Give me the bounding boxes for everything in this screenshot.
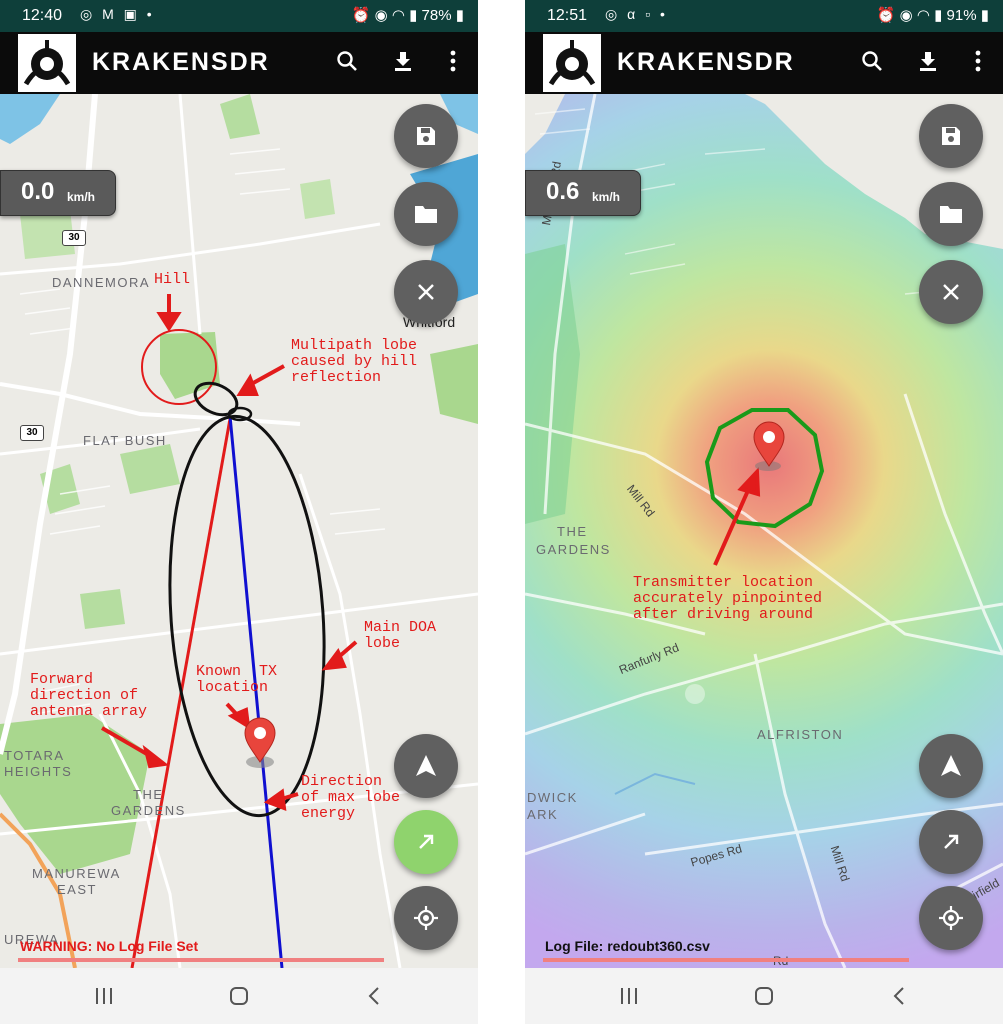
direction-button[interactable] — [919, 810, 983, 874]
folder-icon — [415, 206, 437, 223]
close-icon — [943, 284, 959, 300]
annotation-main-doa: Main DOA lobe — [364, 619, 437, 652]
back-icon[interactable] — [879, 982, 919, 1010]
speed-display: 0.6 km/h — [525, 170, 641, 216]
map-pin-icon[interactable] — [752, 420, 786, 468]
notification-icons: ◎ α ▫ • — [605, 6, 668, 22]
map-label-dannemora: DANNEMORA — [52, 275, 151, 290]
status-right: ⏰ ◉ ◠ ▮ 78% ▮ — [351, 7, 464, 24]
notification-icons: ◎ M ▣ • — [80, 6, 155, 22]
map-label-the: THE — [557, 524, 588, 539]
download-icon[interactable] — [388, 46, 418, 76]
app-title: KRAKENSDR — [617, 48, 795, 76]
gps-fixed-icon — [414, 906, 438, 930]
navigation-button[interactable] — [919, 734, 983, 798]
app-bar: KRAKENSDR — [525, 32, 1003, 94]
speed-unit: km/h — [592, 190, 621, 204]
log-file-text: Log File: redoubt360.csv — [545, 938, 710, 954]
map-label-manurewa: MANUREWA — [32, 866, 121, 881]
system-nav-bar — [525, 968, 1003, 1024]
phone-screen-right: 12:51 ◎ α ▫ • ⏰ ◉ ◠ ▮ 91% ▮ KRAKENSDR Mi… — [525, 0, 1003, 1024]
log-divider — [543, 958, 909, 962]
save-icon — [942, 127, 960, 145]
speed-value: 0.6 — [546, 178, 580, 205]
log-divider — [18, 958, 384, 962]
map-label-heights: HEIGHTS — [4, 764, 73, 779]
log-warning-text: WARNING: No Log File Set — [20, 938, 199, 954]
locate-button[interactable] — [394, 886, 458, 950]
battery-percent: 78% — [421, 7, 452, 24]
save-button[interactable] — [919, 104, 983, 168]
save-button[interactable] — [394, 104, 458, 168]
map-label-gardens: GARDENS — [536, 542, 611, 557]
gps-fixed-icon — [939, 906, 963, 930]
kraken-logo — [18, 34, 76, 92]
navigation-icon — [941, 755, 961, 776]
log-status-bar: WARNING: No Log File Set — [18, 934, 384, 962]
phone-screen-left: 12:40 ◎ M ▣ • ⏰ ◉ ◠ ▮ 78% ▮ KRAKENSDR DA… — [0, 0, 478, 1024]
annotation-hill: Hill — [154, 271, 191, 288]
map-label-the: THE — [133, 787, 164, 802]
map-label-alfriston: ALFRISTON — [757, 727, 844, 742]
app-title: KRAKENSDR — [92, 48, 270, 76]
close-button[interactable] — [394, 260, 458, 324]
direction-button[interactable] — [394, 810, 458, 874]
speed-unit: km/h — [67, 190, 96, 204]
status-time: 12:51 — [547, 7, 588, 24]
navigation-icon — [416, 755, 436, 776]
annotation-multipath: Multipath lobe caused by hill reflection — [291, 337, 418, 386]
recents-icon[interactable] — [84, 982, 124, 1010]
navigation-button[interactable] — [394, 734, 458, 798]
arrow-ne-icon — [944, 834, 959, 849]
open-folder-button[interactable] — [919, 182, 983, 246]
speed-value: 0.0 — [21, 178, 55, 205]
status-bar: 12:40 ◎ M ▣ • ⏰ ◉ ◠ ▮ 78% ▮ — [0, 0, 478, 32]
system-nav-bar — [0, 968, 478, 1024]
annotation-forward-direction: Forward direction of antenna array — [30, 671, 148, 720]
log-status-bar: Log File: redoubt360.csv — [543, 934, 909, 962]
map-pin-icon[interactable] — [243, 716, 277, 764]
annotation-transmitter: Transmitter location accurately pinpoint… — [633, 574, 823, 623]
recents-icon[interactable] — [609, 982, 649, 1010]
map-label-east: EAST — [57, 882, 97, 897]
route-shield-30: 30 — [20, 425, 44, 441]
map-label-dwick: DWICK — [527, 790, 578, 805]
more-vert-icon[interactable] — [438, 46, 468, 76]
battery-percent: 91% — [946, 7, 977, 24]
map-label-ark: ARK — [527, 807, 559, 822]
more-vert-icon[interactable] — [963, 46, 993, 76]
download-icon[interactable] — [913, 46, 943, 76]
save-icon — [417, 127, 435, 145]
close-button[interactable] — [919, 260, 983, 324]
route-shield-30: 30 — [62, 230, 86, 246]
arrow-ne-icon — [419, 834, 434, 849]
open-folder-button[interactable] — [394, 182, 458, 246]
close-icon — [418, 284, 434, 300]
status-time: 12:40 — [22, 7, 63, 24]
home-icon[interactable] — [744, 982, 784, 1010]
map-label-flat-bush: FLAT BUSH — [83, 433, 167, 448]
map-label-totara: TOTARA — [4, 748, 65, 763]
app-bar: KRAKENSDR — [0, 32, 478, 94]
folder-icon — [940, 206, 962, 223]
annotation-known-tx: Known TX location — [196, 663, 278, 696]
kraken-logo — [543, 34, 601, 92]
locate-button[interactable] — [919, 886, 983, 950]
map-label-gardens: GARDENS — [111, 803, 186, 818]
status-right: ⏰ ◉ ◠ ▮ 91% ▮ — [876, 7, 989, 24]
status-bar: 12:51 ◎ α ▫ • ⏰ ◉ ◠ ▮ 91% ▮ — [525, 0, 1003, 32]
home-icon[interactable] — [219, 982, 259, 1010]
search-icon[interactable] — [857, 46, 887, 76]
annotation-direction-max-lobe: Direction of max lobe energy — [301, 773, 401, 822]
search-icon[interactable] — [332, 46, 362, 76]
back-icon[interactable] — [354, 982, 394, 1010]
speed-display: 0.0 km/h — [0, 170, 116, 216]
